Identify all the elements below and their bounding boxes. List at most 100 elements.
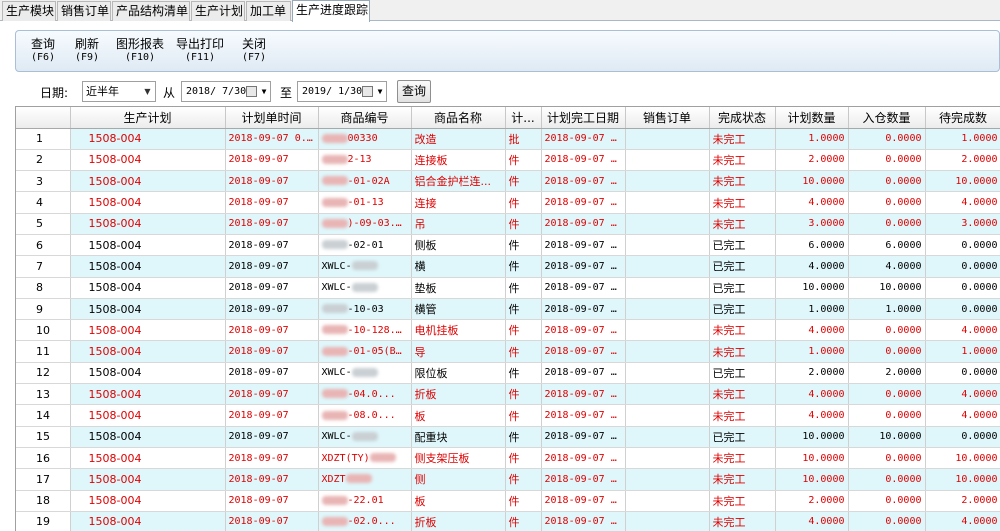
export-print-toolbar-button[interactable]: 导出打印 (F11) <box>174 37 226 65</box>
sales-order-cell <box>625 362 710 385</box>
plan-time-cell: 2018-09-07 <box>225 362 319 385</box>
pending-qty-cell: 2.0000 <box>925 490 1000 512</box>
production-plan-header[interactable]: 生产计划 <box>70 107 226 129</box>
period-value: 近半年 <box>86 85 119 98</box>
stock-qty-cell: 0.0000 <box>848 404 926 427</box>
product-name-header[interactable]: 商品名称 <box>411 107 506 129</box>
sales-order-cell <box>625 340 710 363</box>
product-code-text: -10-03 <box>347 303 384 315</box>
module-tab-bar: 生产模块 销售订单 产品结构清单 生产计划 加工单 生产进度跟踪 <box>0 0 1000 22</box>
table-row[interactable]: 5 1508-004 2018-09-07)-09-03... 吊件 2018-09-0… <box>16 213 1000 235</box>
product-code-text: XWLC- <box>321 367 352 379</box>
product-code-cell: XDZT(TY) <box>318 447 412 470</box>
tab-sales-order[interactable]: 销售订单 <box>57 1 111 21</box>
product-name-cell: 侧板 <box>411 234 506 257</box>
table-row[interactable]: 18 1508-004 2018-09-07 -22.01 板件 2018-09-07 .… <box>16 490 1000 512</box>
calendar-icon <box>246 86 257 97</box>
redacted-mark <box>321 346 348 356</box>
product-code-cell: -10-128... <box>318 319 412 342</box>
table-row[interactable]: 13 1508-004 2018-09-07 -04.0... 折板件 2018-09-0… <box>16 383 1000 406</box>
table-row[interactable]: 8 1508-004 2018-09-07 XWLC- 垫板件 2018-09-07 ..… <box>16 277 1000 299</box>
close-toolbar-button[interactable]: 关闭 (F7) <box>239 37 269 65</box>
tab-work-order[interactable]: 加工单 <box>246 1 291 21</box>
close-toolbar-label: 关闭 <box>241 37 266 51</box>
table-row[interactable]: 15 1508-004 2018-09-07 XWLC- 配重块件 2018-09-07 … <box>16 426 1000 448</box>
redacted-mark <box>345 474 372 484</box>
table-row[interactable]: 17 1508-004 2018-09-07 XDZT 侧件 2018-09-07 ...… <box>16 468 1000 491</box>
row-number: 19 <box>16 511 71 531</box>
tab-production-plan[interactable]: 生产计划 <box>191 1 245 21</box>
finish-date-cell: 2018-09-07 ... <box>541 277 626 299</box>
stock-qty-cell: 0.0000 <box>848 511 926 531</box>
tab-progress-tracking[interactable]: 生产进度跟踪 <box>292 0 370 22</box>
status-header[interactable]: 完成状态 <box>709 107 776 129</box>
redacted-mark <box>321 304 348 314</box>
stock-qty-header[interactable]: 入仓数量 <box>848 107 926 129</box>
finish-date-cell: 2018-09-07 ... <box>541 128 626 150</box>
finish-date-cell: 2018-09-07 ... <box>541 191 626 214</box>
chart-report-toolbar-button[interactable]: 图形报表 (F10) <box>115 37 165 65</box>
finish-date-header[interactable]: 计划完工日期 <box>541 107 626 129</box>
table-row[interactable]: 4 1508-004 2018-09-07 -01-13 连接件 2018-09-07 .… <box>16 191 1000 214</box>
plan-qty-cell: 4.0000 <box>775 511 849 531</box>
redacted-mark <box>321 389 348 399</box>
table-row[interactable]: 1 1508-004 2018-09-07 0... 00330 改造批 2018-09-… <box>16 128 1000 150</box>
table-row[interactable]: 6 1508-004 2018-09-07 -02-01 侧板件 2018-09-07 .… <box>16 234 1000 257</box>
product-code-header[interactable]: 商品编号 <box>318 107 412 129</box>
plan-time-header[interactable]: 计划单时间 <box>225 107 319 129</box>
product-code-cell: -01-13 <box>318 191 412 214</box>
table-row[interactable]: 3 1508-004 2018-09-07 -01-02A 铝合金护栏连... 件 2018… <box>16 170 1000 193</box>
status-cell: 未完工 <box>709 213 776 235</box>
from-label: 从 <box>163 86 176 100</box>
unit-header[interactable]: 计... <box>505 107 542 129</box>
product-code-text: -04.0... <box>347 388 396 400</box>
product-name-cell: 导 <box>411 340 506 363</box>
refresh-toolbar-button[interactable]: 刷新 (F9) <box>72 37 102 65</box>
table-row[interactable]: 16 1508-004 2018-09-07 XDZT(TY) 侧支架压板件 2018-0… <box>16 447 1000 470</box>
row-number: 4 <box>16 191 71 214</box>
plan-time-cell: 2018-09-07 <box>225 511 319 531</box>
status-cell: 未完工 <box>709 383 776 406</box>
status-cell: 已完工 <box>709 234 776 257</box>
row-number: 17 <box>16 468 71 491</box>
product-code-cell: XWLC- <box>318 426 412 448</box>
product-code-cell: )-09-03... <box>318 213 412 235</box>
sales-order-header[interactable]: 销售订单 <box>625 107 710 129</box>
tab-production-module[interactable]: 生产模块 <box>2 1 56 21</box>
stock-qty-cell: 6.0000 <box>848 234 926 257</box>
table-row[interactable]: 19 1508-004 2018-09-07 -02.0... 折板件 2018-09-0… <box>16 511 1000 531</box>
table-row[interactable]: 12 1508-004 2018-09-07 XWLC- 限位板件 2018-09-07 … <box>16 362 1000 385</box>
period-select[interactable]: 近半年 ▼ <box>82 81 156 102</box>
product-code-cell: -02.0... <box>318 511 412 531</box>
query-button[interactable]: 查询 <box>397 80 431 103</box>
product-name-cell: 侧支架压板 <box>411 447 506 470</box>
table-row[interactable]: 9 1508-004 2018-09-07 -10-03 横管件 2018-09-07 .… <box>16 298 1000 321</box>
query-toolbar-button[interactable]: 查询 (F6) <box>28 37 58 65</box>
table-row[interactable]: 2 1508-004 2018-09-07 2-13 连接板件 2018-09-07 ..… <box>16 149 1000 172</box>
pending-qty-header[interactable]: 待完成数 <box>925 107 1000 129</box>
row-number-header[interactable] <box>16 107 71 129</box>
finish-date-cell: 2018-09-07 ... <box>541 362 626 385</box>
plan-qty-cell: 6.0000 <box>775 234 849 257</box>
product-name-cell: 板 <box>411 490 506 512</box>
stock-qty-cell: 0.0000 <box>848 191 926 214</box>
table-row[interactable]: 11 1508-004 2018-09-07 -01-05(B... 导件 2018-09… <box>16 340 1000 363</box>
unit-cell: 件 <box>505 447 542 470</box>
table-row[interactable]: 7 1508-004 2018-09-07 XWLC- 横件 2018-09-07 ...… <box>16 255 1000 278</box>
status-cell: 未完工 <box>709 511 776 531</box>
table-row[interactable]: 14 1508-004 2018-09-07 -08.0... 板件 2018-09-07… <box>16 404 1000 427</box>
status-cell: 未完工 <box>709 319 776 342</box>
stock-qty-cell: 10.0000 <box>848 277 926 299</box>
from-date-picker[interactable]: 2018/ 7/30 ▼ <box>181 81 271 102</box>
finish-date-cell: 2018-09-07 ... <box>541 234 626 257</box>
product-code-cell: 2-13 <box>318 149 412 172</box>
table-row[interactable]: 10 1508-004 2018-09-07 -10-128... 电机挂板件 2018-… <box>16 319 1000 342</box>
to-date-picker[interactable]: 2019/ 1/30 ▼ <box>297 81 387 102</box>
tab-bom[interactable]: 产品结构清单 <box>112 1 190 21</box>
plan-qty-cell: 4.0000 <box>775 191 849 214</box>
status-cell: 未完工 <box>709 191 776 214</box>
product-code-text: 00330 <box>347 133 378 145</box>
plan-qty-cell: 10.0000 <box>775 277 849 299</box>
plan-qty-header[interactable]: 计划数量 <box>775 107 849 129</box>
unit-cell: 件 <box>505 362 542 385</box>
